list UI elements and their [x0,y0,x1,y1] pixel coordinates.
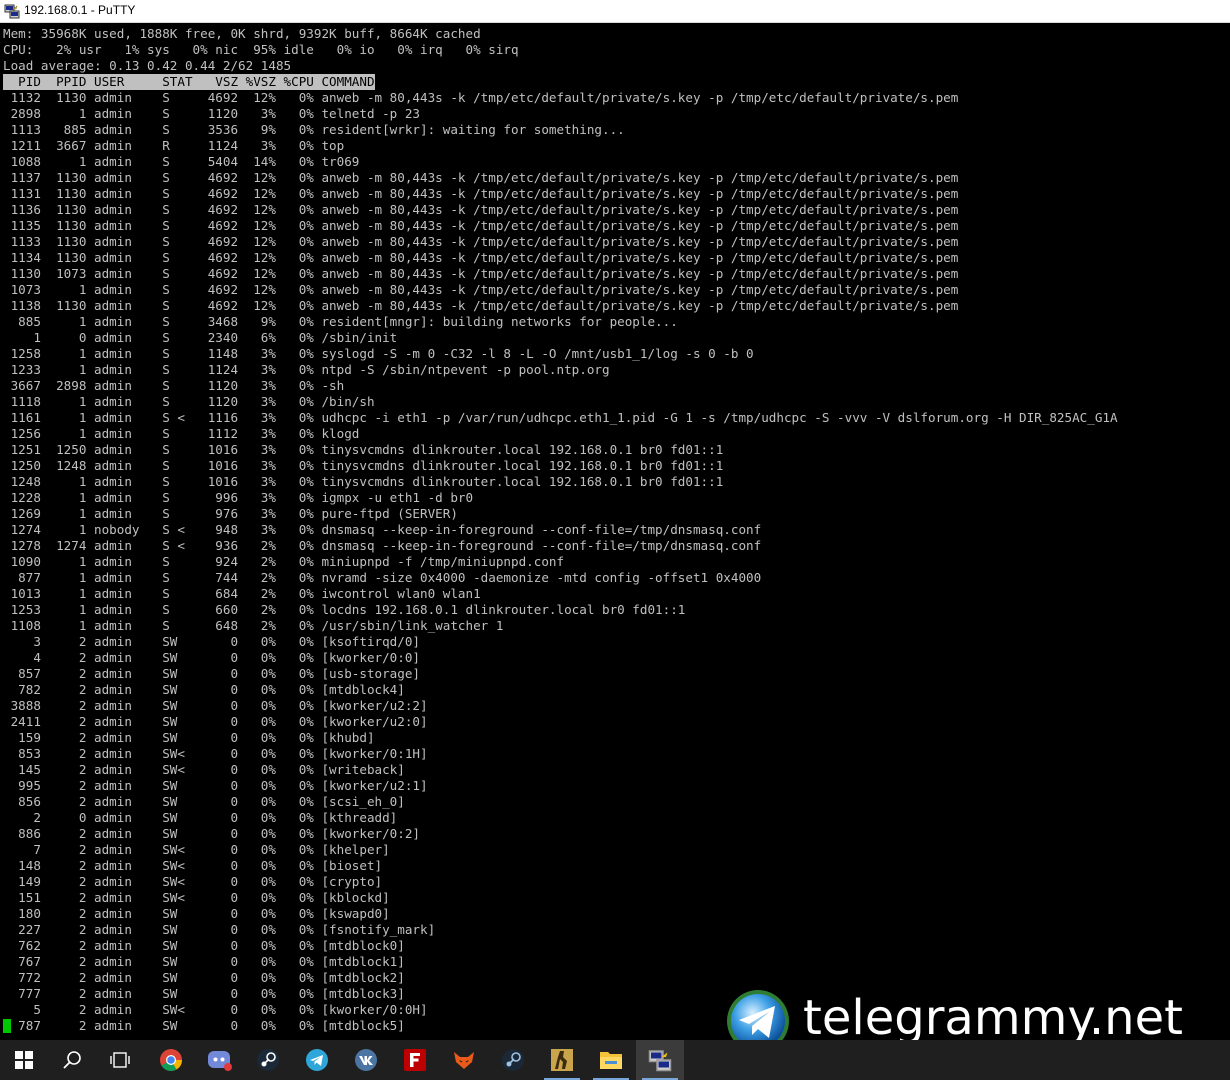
steam-icon [257,1049,279,1071]
process-row: 145 2 admin SW< 0 0% 0% [writeback] [3,762,405,777]
fox-icon [454,1052,474,1069]
search-icon [63,1051,81,1069]
process-row: 886 2 admin SW 0 0% 0% [kworker/0:2] [3,826,421,841]
start-button[interactable] [0,1040,48,1080]
taskbar-vk[interactable] [342,1040,390,1080]
process-row: 1253 1 admin S 660 2% 0% locdns 192.168.… [3,602,686,617]
process-row: 1073 1 admin S 4692 12% 0% anweb -m 80,4… [3,282,959,297]
process-row: 782 2 admin SW 0 0% 0% [mtdblock4] [3,682,405,697]
terminal-cursor [3,1019,11,1033]
process-row: 1136 1130 admin S 4692 12% 0% anweb -m 8… [3,202,959,217]
process-row: 1088 1 admin S 5404 14% 0% tr069 [3,154,360,169]
process-row: 1013 1 admin S 684 2% 0% iwcontrol wlan0… [3,586,481,601]
process-row: 1113 885 admin S 3536 9% 0% resident[wrk… [3,122,625,137]
process-row: 151 2 admin SW< 0 0% 0% [kblockd] [3,890,390,905]
process-row: 1228 1 admin S 996 3% 0% igmpx -u eth1 -… [3,490,474,505]
process-row: 1269 1 admin S 976 3% 0% pure-ftpd (SERV… [3,506,458,521]
process-row: 767 2 admin SW 0 0% 0% [mtdblock1] [3,954,405,969]
process-row: 853 2 admin SW< 0 0% 0% [kworker/0:1H] [3,746,428,761]
window-title: 192.168.0.1 - PuTTY [24,3,136,17]
chrome-icon [160,1049,182,1071]
process-row: 148 2 admin SW< 0 0% 0% [bioset] [3,858,383,873]
process-row: 180 2 admin SW 0 0% 0% [kswapd0] [3,906,390,921]
process-row: 1138 1130 admin S 4692 12% 0% anweb -m 8… [3,298,959,313]
process-row: 2898 1 admin S 1120 3% 0% telnetd -p 23 [3,106,421,121]
process-row: 1258 1 admin S 1148 3% 0% syslogd -S -m … [3,346,754,361]
process-row: 1251 1250 admin S 1016 3% 0% tinysvcmdns… [3,442,724,457]
process-row: 877 1 admin S 744 2% 0% nvramd -size 0x4… [3,570,762,585]
search-button[interactable] [48,1040,96,1080]
process-row: 159 2 admin SW 0 0% 0% [khubd] [3,730,375,745]
task-view-icon [110,1052,130,1068]
process-row: 5 2 admin SW< 0 0% 0% [kworker/0:0H] [3,1002,428,1017]
process-row: 1274 1 nobody S < 948 3% 0% dnsmasq --ke… [3,522,762,537]
process-row: 1131 1130 admin S 4692 12% 0% anweb -m 8… [3,186,959,201]
process-row: 1134 1130 admin S 4692 12% 0% anweb -m 8… [3,250,959,265]
telegram-icon [306,1049,328,1071]
folder-icon [600,1052,622,1069]
process-row: 1278 1274 admin S < 936 2% 0% dnsmasq --… [3,538,762,553]
process-row: 777 2 admin SW 0 0% 0% [mtdblock3] [3,986,405,1001]
process-row: 2411 2 admin SW 0 0% 0% [kworker/u2:0] [3,714,428,729]
process-row: 1133 1130 admin S 4692 12% 0% anweb -m 8… [3,234,959,249]
putty-icon [648,1050,672,1072]
process-row: 1130 1073 admin S 4692 12% 0% anweb -m 8… [3,266,959,281]
process-row: 227 2 admin SW 0 0% 0% [fsnotify_mark] [3,922,436,937]
windows-icon [15,1051,33,1069]
steam-icon [502,1049,524,1071]
process-row: 995 2 admin SW 0 0% 0% [kworker/u2:1] [3,778,428,793]
process-row: 1132 1130 admin S 4692 12% 0% anweb -m 8… [3,90,959,105]
process-row: 1256 1 admin S 1112 3% 0% klogd [3,426,360,441]
taskbar-steam[interactable] [244,1040,292,1080]
discord-icon [208,1051,232,1071]
filezilla-icon [404,1049,426,1071]
taskbar-discord[interactable] [196,1040,244,1080]
taskbar-filezilla[interactable] [391,1040,439,1080]
process-row: 885 1 admin S 3468 9% 0% resident[mngr]:… [3,314,678,329]
process-row: 1161 1 admin S < 1116 3% 0% udhcpc -i et… [3,410,1118,425]
mem-summary: Mem: 35968K used, 1888K free, 0K shrd, 9… [3,26,481,41]
process-row: 762 2 admin SW 0 0% 0% [mtdblock0] [3,938,405,953]
taskbar [0,1040,1230,1080]
process-table-header: PID PPID USER STAT VSZ %VSZ %CPU COMMAND [3,74,375,90]
process-row: 1211 3667 admin R 1124 3% 0% top [3,138,345,153]
taskbar-telegram[interactable] [293,1040,341,1080]
taskbar-putty[interactable] [636,1040,684,1080]
load-summary: Load average: 0.13 0.42 0.44 2/62 1485 [3,58,292,73]
taskbar-fox-app[interactable] [440,1040,488,1080]
taskbar-steam-2[interactable] [489,1040,537,1080]
task-view-button[interactable] [96,1040,144,1080]
process-row: 2 0 admin SW 0 0% 0% [kthreadd] [3,810,398,825]
process-row: 4 2 admin SW 0 0% 0% [kworker/0:0] [3,650,421,665]
watermark-text: telegrammy.net [803,990,1183,1046]
putty-icon [4,4,20,19]
vk-icon [355,1049,377,1071]
process-row: 3 2 admin SW 0 0% 0% [ksoftirqd/0] [3,634,421,649]
process-row: 1135 1130 admin S 4692 12% 0% anweb -m 8… [3,218,959,233]
process-row: 3888 2 admin SW 0 0% 0% [kworker/u2:2] [3,698,428,713]
taskbar-explorer[interactable] [587,1040,635,1080]
taskbar-cs[interactable] [538,1040,586,1080]
process-row: 1090 1 admin S 924 2% 0% miniupnpd -f /t… [3,554,565,569]
process-row: 772 2 admin SW 0 0% 0% [mtdblock2] [3,970,405,985]
window-titlebar[interactable]: 192.168.0.1 - PuTTY [0,0,1230,23]
process-row: 1137 1130 admin S 4692 12% 0% anweb -m 8… [3,170,959,185]
process-row: 856 2 admin SW 0 0% 0% [scsi_eh_0] [3,794,405,809]
process-row: 857 2 admin SW 0 0% 0% [usb-storage] [3,666,421,681]
terminal-screen[interactable]: Mem: 35968K used, 1888K free, 0K shrd, 9… [0,23,1230,1040]
cpu-summary: CPU: 2% usr 1% sys 0% nic 95% idle 0% io… [3,42,519,57]
process-row: 1108 1 admin S 648 2% 0% /usr/sbin/link_… [3,618,504,633]
process-row: 1233 1 admin S 1124 3% 0% ntpd -S /sbin/… [3,362,610,377]
process-row: 1 0 admin S 2340 6% 0% /sbin/init [3,330,398,345]
taskbar-chrome[interactable] [147,1040,195,1080]
counter-strike-icon [551,1049,573,1071]
process-row: 787 2 admin SW 0 0% 0% [mtdblock5] [3,1018,405,1033]
process-row: 7 2 admin SW< 0 0% 0% [khelper] [3,842,390,857]
process-row: 1248 1 admin S 1016 3% 0% tinysvcmdns dl… [3,474,724,489]
process-row: 3667 2898 admin S 1120 3% 0% -sh [3,378,345,393]
process-row: 1118 1 admin S 1120 3% 0% /bin/sh [3,394,375,409]
process-row: 149 2 admin SW< 0 0% 0% [crypto] [3,874,383,889]
process-row: 1250 1248 admin S 1016 3% 0% tinysvcmdns… [3,458,724,473]
